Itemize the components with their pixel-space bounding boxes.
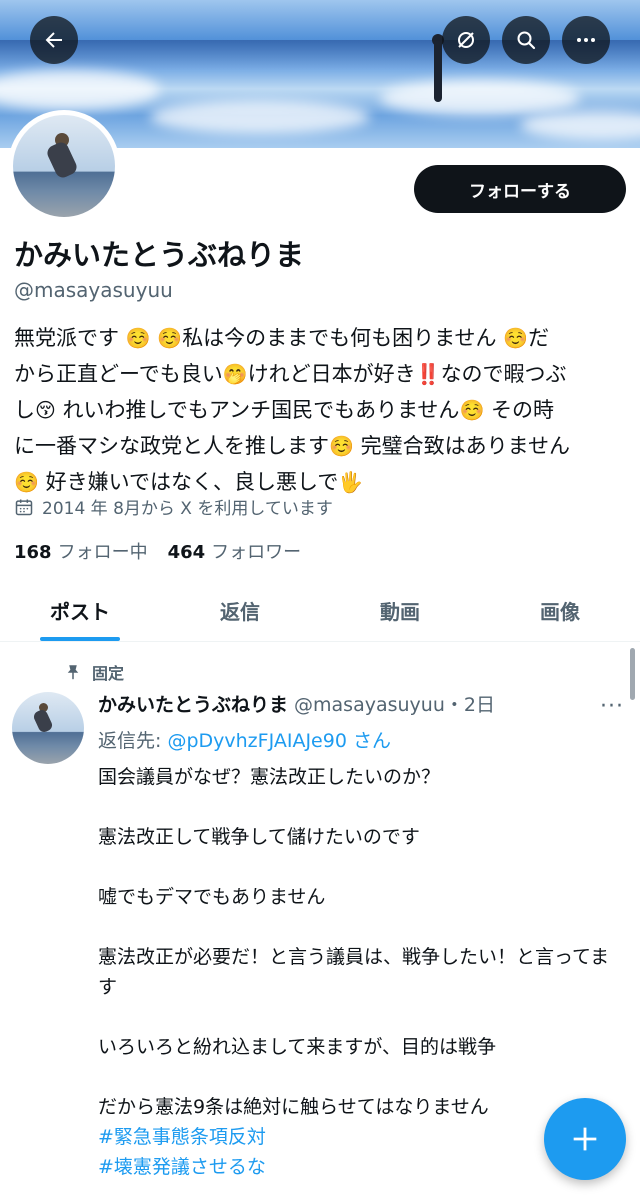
calendar-icon [15,499,33,515]
profile-name: かみいたとうぶねりま [14,238,305,272]
banner-cloud [150,100,370,134]
profile-avatar[interactable] [8,110,120,222]
more-button[interactable] [562,16,610,64]
tweet-more-icon[interactable]: ··· [600,694,628,719]
scrollbar[interactable] [630,648,635,700]
profile-bio: 無党派です ☺️ ☺️私は今のままでも何も困りません ☺️だ から正直どーでも良… [14,320,626,500]
banner-cloud [380,80,580,116]
tweet-author-meta: @masayasuyuu・2日 [294,694,495,716]
raised-hand-emoji: 🖐 [338,470,364,494]
pinned-indicator: 固定 [64,660,124,684]
tab-videos[interactable]: 動画 [320,580,480,641]
back-button[interactable] [30,16,78,64]
smile-emoji: ☺️ [157,326,183,350]
tweet-header: かみいたとうぶねりま @masayasuyuu・2日 [98,690,495,717]
tab-posts[interactable]: ポスト [0,580,160,641]
banner-cloud [520,110,640,140]
reply-to-link[interactable]: @pDyvhzFJAIAJe90 さん [167,730,391,752]
bio-line: から正直どーでも良い🤭けれど日本が好き‼️なので暇つぶ [14,362,567,386]
hand-over-mouth-emoji: 🤭 [222,362,248,386]
tab-replies[interactable]: 返信 [160,580,320,641]
grok-icon [458,32,474,48]
search-icon [517,31,536,50]
following-link[interactable]: 168 フォロー中 [14,538,148,564]
bio-line: に一番マシな政党と人を推します☺️ 完璧合致はありません [14,434,570,458]
smile-emoji: ☺️ [329,434,354,458]
tweet-paragraph: 嘘でもデマでもありません [98,886,326,908]
grok-button[interactable] [442,16,490,64]
plus-icon [573,1127,597,1151]
profile-handle: @masayasuyuu [14,278,173,302]
follow-stats: 168 フォロー中 464 フォロワー [14,538,301,564]
more-icon [577,38,595,42]
avatar-child [32,708,54,734]
smile-emoji: ☺️ [503,326,529,350]
followers-link[interactable]: 464 フォロワー [168,538,302,564]
tweet-paragraph: いろいろと紛れ込まして来ますが、目的は戦争 [98,1036,497,1058]
banner-cloud [0,70,160,110]
arrow-left-icon [45,32,62,48]
joined-date: 2014 年 8月から X を利用しています [14,494,333,519]
reply-to: 返信先: @pDyvhzFJAIAJe90 さん [98,730,391,752]
tweet-paragraph: 憲法改正して戦争して儲けたいのです [98,826,420,848]
tweet-paragraph: 憲法改正が必要だ！と言う議員は、戦争したい！と言ってます [98,946,610,998]
pin-icon [67,665,79,680]
search-button[interactable] [502,16,550,64]
bio-line: し😚 れいわ推しでもアンチ国民でもありません☺️ その時 [14,398,555,422]
kissing-emoji: 😚 [35,398,56,422]
follow-button[interactable]: フォローする [414,165,626,213]
tweet-author-name[interactable]: かみいたとうぶねりま [98,690,288,717]
smile-emoji: ☺️ [459,398,485,422]
banner-person [434,40,442,102]
smile-emoji: ☺️ [14,470,39,494]
smile-emoji: ☺️ [125,326,151,350]
avatar-child [44,139,80,181]
tweet-avatar[interactable] [12,692,84,764]
double-exclamation-emoji: ‼️ [415,362,441,386]
tweet-paragraph: 国会議員がなぜ？憲法改正したいのか？ [98,766,441,788]
bio-line: 無党派です ☺️ ☺️私は今のままでも何も困りません ☺️だ [14,326,550,350]
tab-images[interactable]: 画像 [480,580,640,641]
compose-button[interactable] [544,1098,626,1180]
profile-tabs: ポスト 返信 動画 画像 [0,580,640,642]
